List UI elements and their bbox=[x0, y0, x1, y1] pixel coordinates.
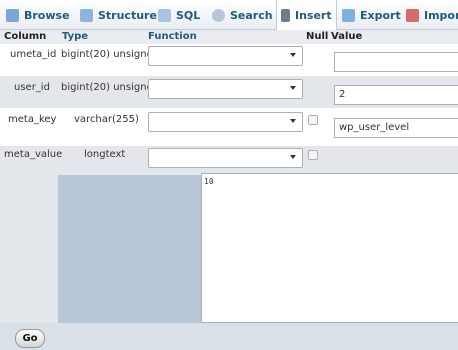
tab-label: Import bbox=[424, 8, 458, 22]
tab-browse[interactable]: Browse bbox=[6, 0, 70, 30]
value-textarea[interactable]: 10 bbox=[201, 173, 458, 323]
chevron-down-icon bbox=[290, 53, 296, 57]
structure-icon bbox=[80, 8, 93, 22]
tab-sql[interactable]: SQL bbox=[158, 0, 200, 30]
header-column: Column bbox=[4, 31, 47, 42]
header-function: Function bbox=[148, 31, 197, 42]
header-null: Null bbox=[306, 31, 329, 42]
value-input[interactable] bbox=[334, 52, 458, 72]
table-row: user_id bigint(20) unsigned 2 bbox=[0, 76, 458, 108]
null-checkbox[interactable] bbox=[308, 150, 318, 160]
value-input[interactable]: wp_user_level bbox=[334, 118, 458, 138]
export-icon bbox=[342, 8, 355, 22]
tab-label: Export bbox=[360, 8, 401, 22]
column-name: umeta_id bbox=[10, 49, 57, 60]
textarea-sidebar bbox=[58, 175, 202, 323]
null-checkbox[interactable] bbox=[308, 115, 318, 125]
sql-icon bbox=[158, 8, 171, 22]
tab-import[interactable]: Import bbox=[406, 0, 458, 30]
table-row: umeta_id bigint(20) unsigned bbox=[0, 44, 458, 76]
column-type: longtext bbox=[84, 149, 126, 160]
table-header: Column Type Function Null Value bbox=[0, 30, 458, 44]
tab-label: Structure bbox=[98, 8, 157, 22]
column-name: meta_value bbox=[4, 149, 63, 160]
function-select[interactable] bbox=[148, 79, 303, 99]
column-type: varchar(255) bbox=[74, 114, 139, 125]
table-icon bbox=[6, 8, 19, 22]
tab-label: Search bbox=[230, 8, 273, 22]
function-select[interactable] bbox=[148, 46, 303, 66]
function-select[interactable] bbox=[148, 112, 303, 132]
tab-label: Insert bbox=[295, 9, 332, 22]
search-icon bbox=[212, 8, 225, 22]
table-row: meta_key varchar(255) wp_user_level bbox=[0, 108, 458, 146]
column-name: meta_key bbox=[8, 114, 57, 125]
column-type: bigint(20) unsigned bbox=[61, 82, 160, 93]
chevron-down-icon bbox=[290, 119, 296, 123]
form-footer bbox=[0, 323, 458, 350]
header-type: Type bbox=[62, 31, 89, 42]
chevron-down-icon bbox=[290, 155, 296, 159]
tab-export[interactable]: Export bbox=[342, 0, 401, 30]
import-icon bbox=[406, 8, 419, 22]
tab-bar: Browse Structure SQL Search Insert Expor… bbox=[0, 0, 458, 31]
column-name: user_id bbox=[14, 82, 50, 93]
chevron-down-icon bbox=[290, 86, 296, 90]
tab-structure[interactable]: Structure bbox=[80, 0, 157, 30]
header-value: Value bbox=[331, 31, 363, 42]
column-type: bigint(20) unsigned bbox=[61, 49, 160, 60]
insert-icon bbox=[281, 9, 290, 22]
value-input[interactable]: 2 bbox=[334, 85, 458, 105]
tab-label: SQL bbox=[176, 8, 201, 22]
tab-search[interactable]: Search bbox=[212, 0, 273, 30]
tab-label: Browse bbox=[24, 8, 70, 22]
tab-insert[interactable]: Insert bbox=[276, 0, 337, 31]
function-select[interactable] bbox=[148, 148, 303, 168]
go-button[interactable]: Go bbox=[15, 329, 45, 348]
